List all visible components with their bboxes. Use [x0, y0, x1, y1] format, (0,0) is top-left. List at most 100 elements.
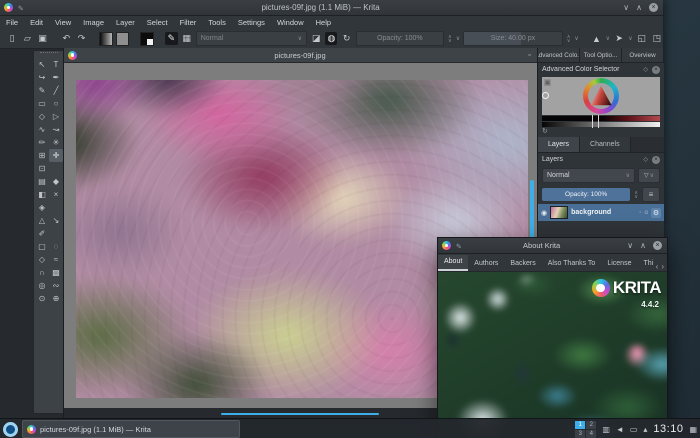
- eraser-mode-icon[interactable]: ◪: [310, 32, 322, 45]
- pattern-edit-tool-icon[interactable]: ◧: [35, 188, 49, 201]
- redo-icon[interactable]: ↷: [75, 32, 87, 45]
- selector-settings-icon[interactable]: ▦: [544, 79, 551, 86]
- menu-item[interactable]: Settings: [232, 18, 271, 27]
- freehand-select-tool-icon[interactable]: ≈: [49, 253, 63, 266]
- maximize-button[interactable]: ∧: [640, 241, 646, 250]
- layer-properties-button[interactable]: ≡: [642, 187, 660, 202]
- about-tab[interactable]: About: [438, 255, 468, 271]
- assistants-tool-icon[interactable]: △: [35, 214, 49, 227]
- minimize-button[interactable]: ∨: [627, 241, 633, 250]
- docker-tab[interactable]: Advanced Colo...: [538, 48, 580, 62]
- opacity-spinner[interactable]: ∧∨: [448, 35, 452, 43]
- docker-tab[interactable]: Overview: [622, 48, 664, 62]
- wrap-around-icon[interactable]: ◱: [636, 32, 648, 45]
- reload-preset-icon[interactable]: ↻: [340, 32, 352, 45]
- multibrush-tool-icon[interactable]: ✳: [49, 136, 63, 149]
- size-spinner[interactable]: ∧∨: [567, 35, 571, 43]
- reference-images-tool-icon[interactable]: ✐: [35, 227, 49, 240]
- polygon-tool-icon[interactable]: ◇: [35, 110, 49, 123]
- app-launcher-icon[interactable]: [3, 422, 18, 437]
- opacity-slider[interactable]: Opacity: 100%: [356, 31, 444, 46]
- pager-desktop[interactable]: 3: [575, 430, 585, 438]
- transform-tool-icon[interactable]: ↖: [35, 58, 49, 71]
- gradient-tool-icon[interactable]: ▤: [35, 175, 49, 188]
- edit-shapes-tool-icon[interactable]: ↪: [35, 71, 49, 84]
- open-document-icon[interactable]: ▱: [21, 32, 33, 45]
- menu-item[interactable]: Filter: [174, 18, 203, 27]
- layers-channels-tab[interactable]: Layers: [538, 137, 580, 152]
- layer-lock-icon[interactable]: ▫: [639, 210, 641, 216]
- layer-filter-button[interactable]: ▽ ∨: [638, 168, 660, 183]
- panel-toolbox-icon[interactable]: ▦: [689, 425, 697, 434]
- layer-visibility-eye-icon[interactable]: ◉: [541, 209, 547, 217]
- mirror-horizontal-icon[interactable]: ▲: [590, 32, 602, 45]
- polyline-tool-icon[interactable]: ▷: [49, 110, 63, 123]
- rectangle-tool-icon[interactable]: ▭: [35, 97, 49, 110]
- tab-scroll-left-icon[interactable]: ‹: [656, 262, 659, 271]
- pager-desktop[interactable]: 2: [586, 421, 596, 429]
- tray-expander-icon[interactable]: ▴: [643, 425, 647, 434]
- menu-item[interactable]: Help: [310, 18, 337, 27]
- pattern-swatch[interactable]: [116, 32, 129, 46]
- pager-desktop[interactable]: 1: [575, 421, 585, 429]
- brush-presets-icon[interactable]: ▦: [181, 32, 193, 45]
- chevron-down-icon[interactable]: ∨: [574, 35, 578, 42]
- undo-icon[interactable]: ↶: [60, 32, 72, 45]
- brush-editor-icon[interactable]: ✎: [165, 32, 177, 45]
- color-sampler-tool-icon[interactable]: ◆: [49, 175, 63, 188]
- about-tab[interactable]: Third-p: [637, 257, 652, 271]
- layer-opacity-spinner[interactable]: ∧∨: [634, 191, 638, 199]
- smart-patch-tool-icon[interactable]: ×: [49, 188, 63, 201]
- mirror-vertical-icon[interactable]: ➤: [613, 32, 625, 45]
- menu-item[interactable]: Image: [77, 18, 110, 27]
- preserve-alpha-icon[interactable]: ◍: [325, 32, 337, 45]
- menu-item[interactable]: View: [49, 18, 77, 27]
- color-selector-area[interactable]: ▦: [542, 77, 660, 115]
- restore-button[interactable]: ▫: [523, 49, 536, 62]
- menu-item[interactable]: Window: [271, 18, 310, 27]
- bezier-select-tool-icon[interactable]: ∾: [49, 279, 63, 292]
- about-tab[interactable]: License: [601, 257, 637, 271]
- empty[interactable]: [49, 162, 63, 175]
- about-tab[interactable]: Authors: [468, 257, 504, 271]
- maximize-button[interactable]: ∧: [636, 3, 642, 12]
- pin-icon[interactable]: ✐: [16, 5, 24, 11]
- docker-drag-handle[interactable]: [40, 52, 58, 57]
- pin-icon[interactable]: ✐: [454, 243, 462, 249]
- close-docker-icon[interactable]: ×: [652, 156, 660, 164]
- pager-desktop[interactable]: 4: [586, 430, 596, 438]
- chevron-down-icon[interactable]: ∨: [456, 35, 460, 42]
- lightness-bar[interactable]: [542, 122, 660, 127]
- zoom-tool-icon[interactable]: ⊙: [35, 292, 49, 305]
- bezier-curve-tool-icon[interactable]: ∿: [35, 123, 49, 136]
- similar-select-tool-icon[interactable]: ▩: [49, 266, 63, 279]
- empty[interactable]: [49, 227, 63, 240]
- size-slider[interactable]: Size: 40.00 px: [463, 31, 563, 46]
- layer-opacity-slider[interactable]: Opacity: 100%: [542, 188, 630, 201]
- close-button[interactable]: ×: [649, 3, 658, 12]
- clock[interactable]: 13:10: [653, 423, 683, 435]
- freehand-brush-tool-icon[interactable]: ✎: [35, 84, 49, 97]
- ellipse-tool-icon[interactable]: ○: [49, 97, 63, 110]
- line-tool-icon[interactable]: ╱: [49, 84, 63, 97]
- rect-select-tool-icon[interactable]: ▢: [35, 240, 49, 253]
- chevron-down-icon[interactable]: ∨: [628, 35, 632, 42]
- menu-item[interactable]: Select: [141, 18, 174, 27]
- fg-bg-colors-swatch[interactable]: [140, 32, 153, 46]
- display-icon[interactable]: ▭: [630, 425, 638, 434]
- layer-settings-gear-icon[interactable]: ⚙: [651, 208, 661, 218]
- magnetic-select-tool-icon[interactable]: ∩: [35, 266, 49, 279]
- chevron-down-icon[interactable]: ∨: [606, 35, 610, 42]
- calligraphy-tool-icon[interactable]: ✒: [49, 71, 63, 84]
- save-document-icon[interactable]: ▣: [36, 32, 48, 45]
- float-docker-icon[interactable]: ◇: [643, 66, 648, 73]
- transform-layer-tool-icon[interactable]: ⊞: [35, 149, 49, 162]
- menu-item[interactable]: Tools: [202, 18, 232, 27]
- snapshot-icon[interactable]: ◳: [651, 32, 663, 45]
- measure-tool-icon[interactable]: ↘: [49, 214, 63, 227]
- tab-scroll-right-icon[interactable]: ›: [661, 262, 664, 271]
- volume-icon[interactable]: ◄: [616, 425, 624, 434]
- text-tool-icon[interactable]: T: [49, 58, 63, 71]
- freehand-path-tool-icon[interactable]: ↝: [49, 123, 63, 136]
- about-tab[interactable]: Also Thanks To: [542, 257, 602, 271]
